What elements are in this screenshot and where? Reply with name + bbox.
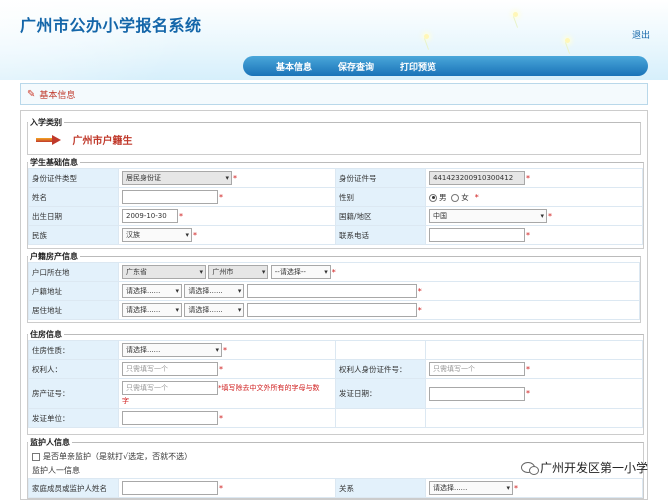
nation-label: 国籍/地区 [335,206,426,226]
id-no-field[interactable]: 441423200910300412 [429,171,525,185]
issuer-field[interactable] [122,411,218,425]
housing-table: 住房性质： 请选择......* 权利人： 只需填写一个* 权利人身份证件号： … [28,340,643,428]
housing-nature-select[interactable]: 请选择...... [122,343,222,357]
nav-save-query[interactable]: 保存查询 [325,60,387,73]
id-no-label: 身份证件号 [335,168,426,188]
wechat-icon [520,462,539,475]
guardian-table: 家庭成员或监护人姓名 * 关系 请选择......* [28,478,643,498]
ethnic-label: 民族 [28,225,119,245]
province-select[interactable]: 广东省 [122,265,206,279]
member-name-label: 家庭成员或监护人姓名 [28,478,119,498]
single-parent-label: 是否单亲监护（是就打√选定，否就不选） [43,452,193,461]
hukou-street-select[interactable]: 请选择...... [184,284,245,298]
deed-no-note-tail: 字 [122,396,129,405]
nation-select[interactable]: 中国 [429,209,547,223]
household-legend: 户籍房产信息 [30,252,78,261]
admission-fieldset: 入学类别 广州市户籍生 [27,117,641,155]
admission-type: 广州市户籍生 [72,136,133,147]
student-legend: 学生基础信息 [30,158,78,167]
gender-male-label: 男 [439,192,447,202]
district-select[interactable]: --请选择-- [270,265,331,279]
watermark: 广州开发区第一小学 [520,459,648,476]
birth-label: 出生日期 [28,206,119,226]
nav-basic-info[interactable]: 基本信息 [263,60,325,73]
page-header: 广州市公办小学报名系统 退出 基本信息 保存查询 打印预览 [0,0,668,80]
issue-date-label: 发证日期： [335,378,426,409]
gender-female-label: 女 [461,192,469,202]
deed-no-note: *填写除去中文外所有的字母与数 [218,383,320,392]
hukou-address-label: 户籍地址 [28,281,119,301]
section-header: ✎ 基本信息 [20,83,648,105]
id-type-select[interactable]: 居民身份证 [122,171,232,185]
deed-no-field[interactable]: 只需填写一个 [122,380,218,395]
gender-female-radio[interactable] [451,193,460,202]
household-fieldset: 户籍房产信息 户口所在地 广东省 广州市 --请选择--* 户籍地址 请选择..… [27,251,641,323]
nav-print-preview[interactable]: 打印预览 [387,60,449,73]
ethnic-select[interactable]: 汉族 [122,228,192,242]
id-type-label: 身份证件类型 [28,168,119,188]
owner-label: 权利人： [28,359,119,379]
relation-label: 关系 [335,478,426,498]
residence-address-field[interactable] [246,303,417,317]
housing-nature-label: 住房性质： [28,340,119,360]
phone-field[interactable] [429,228,525,242]
name-label: 姓名 [28,187,119,207]
page-title: 广州市公办小学报名系统 [20,16,202,35]
owner-id-field[interactable]: 只需填写一个 [429,362,525,376]
housing-fieldset: 住房信息 住房性质： 请选择......* 权利人： 只需填写一个* 权利人身份… [27,329,644,435]
admission-legend: 入学类别 [30,118,62,127]
name-field[interactable] [122,190,218,204]
dandelion-decoration [513,12,518,17]
pencil-icon: ✎ [27,88,36,100]
owner-id-label: 权利人身份证件号： [335,359,426,379]
household-table: 户口所在地 广东省 广州市 --请选择--* 户籍地址 请选择...... 请选… [28,262,640,320]
student-fieldset: 学生基础信息 身份证件类型 居民身份证* 身份证件号 4414232009103… [27,157,644,249]
watermark-text: 广州开发区第一小学 [539,461,648,475]
section-title: 基本信息 [39,90,76,101]
residence-district-select[interactable]: 请选择...... [122,303,182,317]
guardian-legend: 监护人信息 [30,438,70,447]
student-table: 身份证件类型 居民身份证* 身份证件号 441423200910300412* … [28,168,643,245]
relation-select[interactable]: 请选择...... [429,481,513,495]
arrow-right-icon [36,134,62,145]
issuer-label: 发证单位： [28,408,119,428]
hukou-address-field[interactable] [246,284,417,298]
owner-field[interactable]: 只需填写一个 [122,362,218,376]
deed-no-label: 房产证号： [28,378,119,409]
main-nav: 基本信息 保存查询 打印预览 [243,56,648,76]
birth-date-field[interactable]: 2009-10-30 [122,209,178,223]
dandelion-decoration [424,34,429,39]
form-panel: 入学类别 广州市户籍生 学生基础信息 身份证件类型 居民身份证* 身份证件号 4… [20,110,648,500]
phone-label: 联系电话 [335,225,426,245]
logout-link[interactable]: 退出 [632,28,650,41]
city-select[interactable]: 广州市 [208,265,269,279]
member-name-field[interactable] [122,481,218,495]
hukou-district-select[interactable]: 请选择...... [122,284,182,298]
residence-address-label: 居住地址 [28,300,119,320]
dandelion-decoration [565,38,570,43]
housing-legend: 住房信息 [30,330,62,339]
issue-date-field[interactable] [429,386,525,401]
gender-label: 性别 [335,187,426,207]
residence-street-select[interactable]: 请选择...... [184,303,245,317]
hukou-label: 户口所在地 [28,262,119,282]
single-parent-checkbox[interactable] [32,452,40,461]
gender-male-radio[interactable] [429,193,437,202]
